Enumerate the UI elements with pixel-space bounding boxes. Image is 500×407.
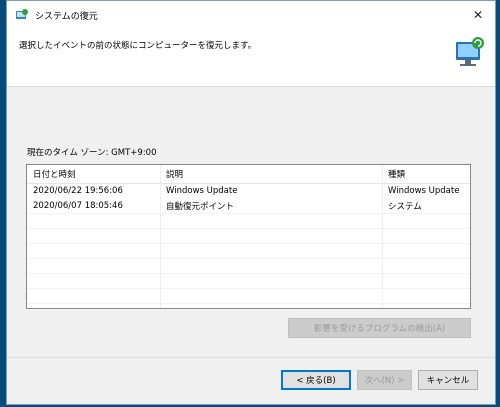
column-header-type[interactable]: 種類 <box>382 165 470 183</box>
footer: < 戻る(B) 次へ(N) > キャンセル <box>7 357 495 407</box>
grid-line <box>27 273 470 274</box>
row-type: Windows Update <box>388 185 460 196</box>
restore-computer-icon <box>456 37 484 66</box>
column-header-datetime[interactable]: 日付と時刻 ˇ <box>27 165 160 183</box>
grid-line <box>27 228 470 229</box>
grid-line <box>27 213 470 214</box>
system-restore-window: システムの復元 ✕ 選択したイベントの前の状態にコンピューターを復元します。 現… <box>6 0 496 405</box>
back-button[interactable]: < 戻る(B) <box>281 370 351 390</box>
row-type: システム <box>388 201 422 212</box>
scan-affected-programs-button[interactable]: 影響を受けるプログラムの検出(A) <box>288 318 471 338</box>
close-button[interactable]: ✕ <box>461 1 495 29</box>
grid-line <box>27 243 470 244</box>
grid-line <box>27 303 470 304</box>
next-button[interactable]: 次へ(N) > <box>357 370 412 390</box>
header-panel: 選択したイベントの前の状態にコンピューターを復元します。 <box>7 29 495 87</box>
restore-points-table[interactable]: 日付と時刻 ˇ 説明 種類 2020/06/22 19:56:06 Window… <box>26 164 471 309</box>
column-header-description[interactable]: 説明 <box>160 165 382 183</box>
row-description: 自動復元ポイント <box>166 201 235 212</box>
title-bar: システムの復元 ✕ <box>7 1 495 29</box>
table-row[interactable]: 2020/06/07 18:05:46 自動復元ポイント システム <box>27 198 470 213</box>
grid-line <box>27 288 470 289</box>
table-header: 日付と時刻 ˇ 説明 種類 <box>27 165 470 184</box>
table-row[interactable]: 2020/06/22 19:56:06 Windows Update Windo… <box>27 183 470 198</box>
cancel-button[interactable]: キャンセル <box>418 370 478 390</box>
row-datetime: 2020/06/22 19:56:06 <box>33 185 123 196</box>
row-description: Windows Update <box>166 185 238 196</box>
window-title: システムの復元 <box>35 12 98 22</box>
timezone-label: 現在のタイム ゾーン: GMT+9:00 <box>27 148 157 158</box>
instruction-text: 選択したイベントの前の状態にコンピューターを復元します。 <box>19 41 257 51</box>
sort-arrow-icon: ˇ <box>87 164 91 170</box>
grid-line <box>27 258 470 259</box>
row-datetime: 2020/06/07 18:05:46 <box>33 200 123 211</box>
system-restore-icon <box>16 9 28 19</box>
